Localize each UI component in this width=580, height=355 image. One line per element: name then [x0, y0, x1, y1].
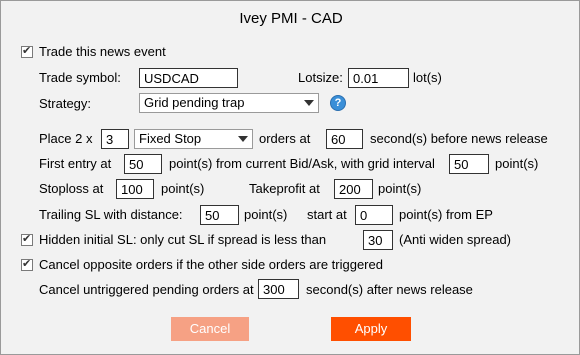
first-entry-label: First entry at — [39, 156, 112, 171]
seconds-before-input[interactable] — [326, 129, 363, 149]
hidden-sl-label: Hidden initial SL: only cut SL if spread… — [39, 232, 327, 247]
grid-interval-input[interactable] — [449, 154, 489, 174]
trade-event-label: Trade this news event — [39, 44, 166, 59]
trailing-distance-input[interactable] — [200, 205, 239, 225]
cancel-untriggered-label: Cancel untriggered pending orders at — [39, 282, 254, 297]
hidden-sl-checkbox[interactable] — [21, 232, 33, 246]
order-type-select[interactable]: Fixed Stop — [134, 129, 253, 149]
hidden-sl-suffix: (Anti widen spread) — [399, 232, 511, 247]
trailing-start-input[interactable] — [355, 205, 393, 225]
hidden-sl-spread-input[interactable] — [363, 230, 393, 250]
takeprofit-input[interactable] — [334, 179, 373, 199]
cancel-untriggered-suffix: second(s) after news release — [306, 282, 473, 297]
lotsize-label: Lotsize: — [298, 70, 343, 85]
order-type-selected-value: Fixed Stop — [139, 131, 202, 146]
orders-at-label: orders at — [259, 131, 311, 146]
trailing-start-label: start at — [307, 207, 347, 222]
takeprofit-label: Takeprofit at — [249, 181, 320, 196]
cancel-button[interactable]: Cancel — [171, 317, 249, 341]
apply-button[interactable]: Apply — [331, 317, 411, 341]
first-entry-middle-label: point(s) from current Bid/Ask, with grid… — [169, 156, 435, 171]
trailing-label: Trailing SL with distance: — [39, 207, 183, 222]
strategy-label: Strategy: — [39, 96, 92, 111]
strategy-select[interactable]: Grid pending trap — [139, 93, 319, 113]
cancel-opposite-label: Cancel opposite orders if the other side… — [39, 257, 383, 272]
symbol-label: Trade symbol: — [39, 70, 121, 85]
trailing-unit: point(s) — [244, 207, 288, 222]
takeprofit-unit: point(s) — [378, 181, 422, 196]
place-prefix: Place 2 x — [39, 131, 93, 146]
dialog-title: Ivey PMI - CAD — [239, 10, 343, 27]
help-icon[interactable]: ? — [330, 95, 346, 111]
lotsize-unit: lot(s) — [413, 70, 442, 85]
chevron-down-icon — [238, 136, 248, 142]
dialog-window: Ivey PMI - CAD Trade this news event Tra… — [0, 0, 580, 355]
trailing-start-unit: point(s) from EP — [399, 207, 493, 222]
place-count-input[interactable] — [101, 129, 129, 149]
symbol-input[interactable] — [139, 68, 238, 88]
cancel-untriggered-input[interactable] — [258, 279, 299, 299]
trade-event-checkbox[interactable] — [21, 44, 33, 58]
chevron-down-icon — [304, 100, 314, 106]
first-entry-input[interactable] — [124, 154, 162, 174]
stoploss-unit: point(s) — [161, 181, 205, 196]
grid-interval-unit: point(s) — [495, 156, 539, 171]
stoploss-input[interactable] — [116, 179, 154, 199]
lotsize-input[interactable] — [348, 68, 409, 88]
seconds-before-label: second(s) before news release — [370, 131, 548, 146]
strategy-selected-value: Grid pending trap — [144, 95, 245, 110]
stoploss-label: Stoploss at — [39, 181, 104, 196]
cancel-opposite-checkbox[interactable] — [21, 257, 33, 271]
